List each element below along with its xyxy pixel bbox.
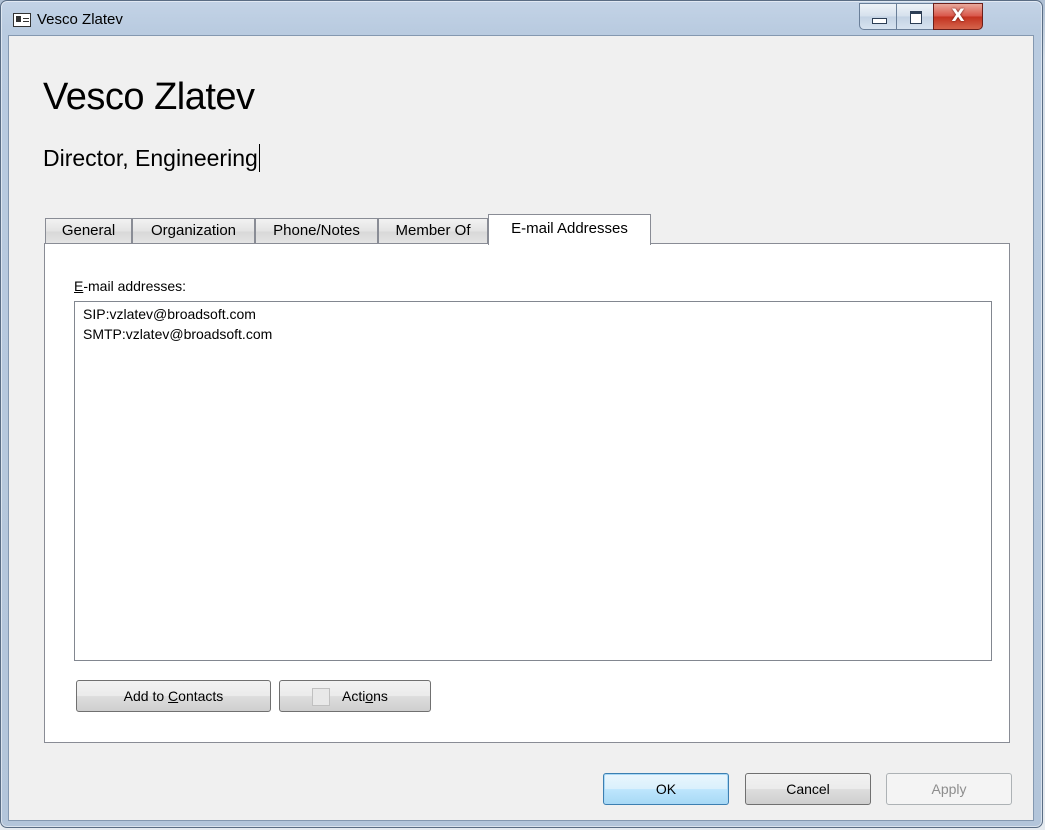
button-label: Add to (123, 688, 169, 704)
text-caret (258, 144, 260, 172)
dialog-body: Vesco Zlatev Director, Engineering Gener… (8, 35, 1034, 821)
button-label: ontacts (178, 688, 224, 704)
job-title-text: Director, Engineering (43, 145, 258, 171)
close-button[interactable]: X (933, 3, 983, 30)
label-accelerator: E (74, 278, 84, 294)
minimize-button[interactable] (859, 3, 897, 30)
contact-properties-window: Vesco Zlatev X Vesco Zlatev Director, En… (0, 0, 1043, 828)
tab-email-addresses[interactable]: E-mail Addresses (488, 214, 651, 245)
minimize-icon (872, 18, 887, 24)
apply-button[interactable]: Apply (886, 773, 1012, 805)
contact-job-title[interactable]: Director, Engineering (43, 144, 260, 172)
maximize-button[interactable] (896, 3, 934, 30)
tab-general[interactable]: General (45, 218, 132, 244)
contact-card-icon (13, 13, 31, 27)
actions-label: Actions (342, 688, 388, 704)
ok-button[interactable]: OK (603, 773, 729, 805)
list-item[interactable]: SMTP:vzlatev@broadsoft.com (83, 326, 272, 342)
add-to-contacts-button[interactable]: Add to Contacts (76, 680, 271, 712)
actions-icon (312, 688, 330, 706)
email-addresses-list[interactable]: SIP:vzlatev@broadsoft.com SMTP:vzlatev@b… (74, 301, 992, 661)
actions-button[interactable]: Actions (279, 680, 431, 712)
list-item[interactable]: SIP:vzlatev@broadsoft.com (83, 306, 256, 322)
label-rest: -mail addresses: (83, 278, 187, 294)
tab-phone-notes[interactable]: Phone/Notes (255, 218, 378, 244)
close-icon: X (951, 6, 965, 26)
contact-name: Vesco Zlatev (43, 76, 255, 118)
maximize-icon (910, 11, 922, 24)
tab-organization[interactable]: Organization (132, 218, 255, 244)
tab-member-of[interactable]: Member Of (378, 218, 488, 244)
window-title: Vesco Zlatev (37, 11, 123, 28)
button-accelerator: C (168, 688, 179, 704)
title-bar[interactable]: Vesco Zlatev X (1, 1, 1042, 35)
cancel-button[interactable]: Cancel (745, 773, 871, 805)
email-addresses-label: E-mail addresses: (74, 278, 186, 294)
